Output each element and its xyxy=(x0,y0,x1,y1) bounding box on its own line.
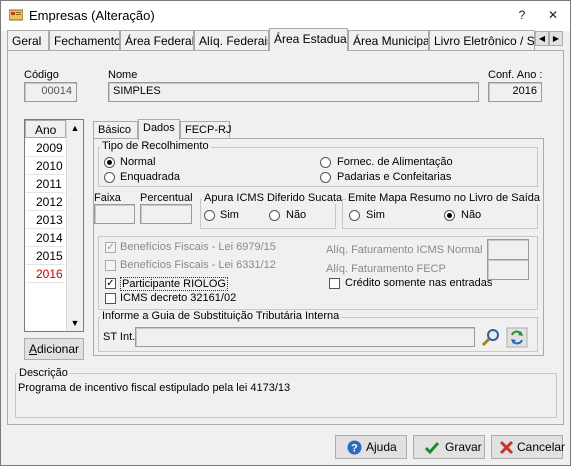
adicionar-label: dicionar xyxy=(36,342,80,356)
title-bar: Empresas (Alteração) ? ✕ xyxy=(1,1,570,31)
ajuda-label: Ajuda xyxy=(366,440,397,454)
radio-enquadrada-label: Enquadrada xyxy=(120,171,180,183)
percentual-label: Percentual xyxy=(140,192,193,204)
scroll-up-icon[interactable]: ▲ xyxy=(67,120,83,136)
st-int-label: ST Int. xyxy=(103,331,136,343)
list-item-selected[interactable]: 2016 xyxy=(26,265,65,283)
faixa-field[interactable] xyxy=(94,204,135,224)
cancel-x-icon xyxy=(499,440,514,455)
tab-fechamento[interactable]: Fechamento xyxy=(49,30,120,50)
scroll-down-icon[interactable]: ▼ xyxy=(67,315,83,331)
tab-area-estadual[interactable]: Área Estadual xyxy=(269,28,348,51)
radio-fornec-alimentacao[interactable] xyxy=(320,157,331,168)
subtab-dados[interactable]: Dados xyxy=(138,119,180,140)
radio-padarias[interactable] xyxy=(320,172,331,183)
radio-emite-nao[interactable] xyxy=(444,210,455,221)
year-list-scrollbar[interactable]: ▲ ▼ xyxy=(66,120,83,331)
checkbox-riolog-label: Participante RIOLOG xyxy=(120,277,228,291)
tab-scroll-left-button[interactable]: ◀ xyxy=(535,31,549,46)
radio-fornec-alimentacao-label: Fornec. de Alimentação xyxy=(337,156,453,168)
adicionar-button[interactable]: Adicionar xyxy=(24,338,84,360)
gravar-label: Gravar xyxy=(445,440,482,454)
nome-label: Nome xyxy=(108,69,138,81)
gravar-button[interactable]: Gravar xyxy=(413,435,485,459)
list-item[interactable]: 2013 xyxy=(26,211,65,229)
tab-scroll-right-button[interactable]: ▶ xyxy=(549,31,563,46)
guia-st-title: Informe a Guia de Substituição Tributári… xyxy=(100,310,342,322)
radio-apura-nao[interactable] xyxy=(269,210,280,221)
checkbox-icms-decreto[interactable] xyxy=(105,293,116,304)
aliq-fecp-label: Alíq. Faturamento FECP xyxy=(326,263,446,275)
radio-emite-sim-label: Sim xyxy=(366,209,385,221)
list-item[interactable]: 2011 xyxy=(26,175,65,193)
conf-ano-label: Conf. Ano : xyxy=(488,69,543,81)
aliq-fecp-field[interactable] xyxy=(487,259,529,280)
checkbox-lei-6331[interactable] xyxy=(105,260,116,271)
search-icon[interactable] xyxy=(480,327,502,348)
radio-apura-sim[interactable] xyxy=(204,210,215,221)
descricao-title: Descrição xyxy=(17,367,70,379)
st-int-field[interactable] xyxy=(135,327,475,347)
descricao-text: Programa de incentivo fiscal estipulado … xyxy=(18,382,291,394)
app-icon xyxy=(9,9,23,21)
radio-apura-nao-label: Não xyxy=(286,209,307,221)
window-title: Empresas (Alteração) xyxy=(29,8,155,23)
checkbox-lei-6979[interactable]: ✓ xyxy=(105,242,116,253)
codigo-field[interactable]: 00014 xyxy=(24,82,77,102)
emite-mapa-title: Emite Mapa Resumo no Livro de Saída xyxy=(346,192,542,204)
list-item[interactable]: 2014 xyxy=(26,229,65,247)
year-list-header[interactable]: Ano xyxy=(25,120,66,138)
radio-emite-nao-label: Não xyxy=(461,209,482,221)
radio-apura-sim-label: Sim xyxy=(220,209,239,221)
svg-text:?: ? xyxy=(351,443,358,455)
tab-livro-eletronico[interactable]: Livro Eletrônico / SF xyxy=(429,30,535,50)
help-icon: ? xyxy=(347,440,362,455)
checkbox-lei-6331-label: Benefícios Fiscais - Lei 6331/12 xyxy=(120,259,276,271)
cancelar-label: Cancelar xyxy=(517,440,566,454)
help-titlebar-button[interactable]: ? xyxy=(511,5,533,25)
tab-geral[interactable]: Geral xyxy=(7,30,49,50)
list-item[interactable]: 2015 xyxy=(26,247,65,265)
codigo-label: Código xyxy=(24,69,59,81)
checkbox-riolog[interactable]: ✓ xyxy=(105,278,116,289)
list-item[interactable]: 2009 xyxy=(26,139,65,157)
descricao-group xyxy=(15,373,557,418)
apura-icms-title: Apura ICMS Diferido Sucata xyxy=(202,192,345,204)
radio-enquadrada[interactable] xyxy=(104,172,115,183)
tipo-recolhimento-title: Tipo de Recolhimento xyxy=(100,140,211,152)
year-list[interactable]: Ano 2009 2010 2011 2012 2013 2014 2015 2… xyxy=(24,119,84,332)
aliq-icms-normal-label: Alíq. Faturamento ICMS Normal xyxy=(326,244,483,256)
checkbox-credito-entradas[interactable] xyxy=(329,278,340,289)
checkbox-icms-decreto-label: ICMS decreto 32161/02 xyxy=(120,292,237,304)
nome-field[interactable]: SIMPLES xyxy=(108,82,479,102)
close-button[interactable]: ✕ xyxy=(542,5,564,25)
radio-normal-label: Normal xyxy=(120,156,156,168)
percentual-field[interactable] xyxy=(140,204,192,224)
checkmark-icon xyxy=(424,442,440,455)
window: Empresas (Alteração) ? ✕ Geral Fechament… xyxy=(0,0,571,466)
radio-padarias-label: Padarias e Confeitarias xyxy=(337,171,452,183)
subtab-fecp-rj[interactable]: FECP-RJ xyxy=(180,121,231,139)
list-item[interactable]: 2010 xyxy=(26,157,65,175)
radio-normal[interactable] xyxy=(104,157,115,168)
tab-area-federal[interactable]: Área Federal xyxy=(120,30,194,50)
ajuda-button[interactable]: ? Ajuda xyxy=(335,435,407,459)
faixa-label: Faixa xyxy=(94,192,121,204)
cancelar-button[interactable]: Cancelar xyxy=(491,435,566,459)
checkbox-lei-6979-label: Benefícios Fiscais - Lei 6979/15 xyxy=(120,241,276,253)
checkbox-credito-entradas-label: Crédito somente nas entradas xyxy=(345,277,493,289)
refresh-icon[interactable] xyxy=(506,327,528,348)
radio-emite-sim[interactable] xyxy=(349,210,360,221)
tab-aliq-federais[interactable]: Alíq. Federais xyxy=(194,30,269,50)
tab-area-municipal[interactable]: Área Municipal xyxy=(348,30,429,50)
aliq-icms-normal-field[interactable] xyxy=(487,239,529,260)
subtab-basico[interactable]: Básico xyxy=(93,121,138,139)
list-item[interactable]: 2012 xyxy=(26,193,65,211)
conf-ano-field[interactable]: 2016 xyxy=(488,82,542,102)
